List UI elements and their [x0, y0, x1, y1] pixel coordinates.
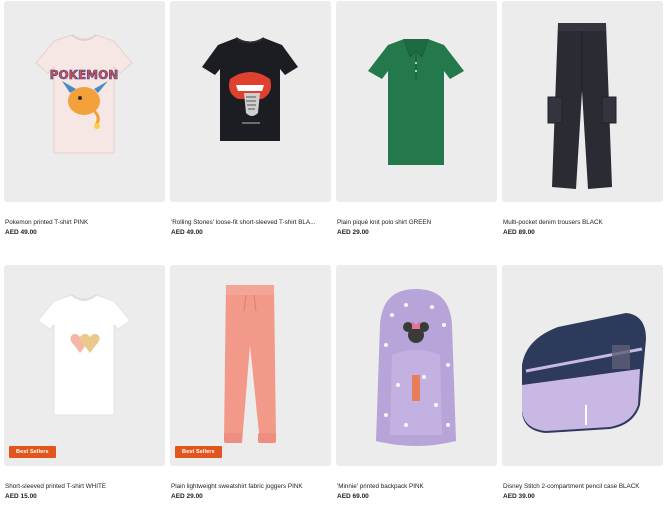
- product-price: AED 49.00: [171, 229, 203, 236]
- product-title[interactable]: Plain piqué knit polo shirt GREEN: [337, 219, 496, 226]
- product-image[interactable]: Best Sellers: [4, 265, 165, 466]
- product-image[interactable]: [336, 265, 497, 466]
- best-sellers-badge: Best Sellers: [175, 446, 222, 458]
- product-image[interactable]: [170, 1, 331, 202]
- product-price: AED 29.00: [337, 229, 369, 236]
- product-price: AED 39.00: [503, 493, 535, 500]
- product-price: AED 15.00: [5, 493, 37, 500]
- product-title[interactable]: 'Minnie' printed backpack PINK: [337, 483, 496, 490]
- product-image[interactable]: [336, 1, 497, 202]
- product-title[interactable]: Short-sleeved printed T-shirt WHITE: [5, 483, 164, 490]
- product-price: AED 69.00: [337, 493, 369, 500]
- product-price: AED 49.00: [5, 229, 37, 236]
- product-title[interactable]: 'Rolling Stones' loose-fit short-sleeved…: [171, 219, 330, 226]
- product-image[interactable]: [502, 265, 663, 466]
- product-image[interactable]: [502, 1, 663, 202]
- product-title[interactable]: Plain lightweight sweatshirt fabric jogg…: [171, 483, 330, 490]
- pokemon-logo-text: POKEMON: [50, 68, 119, 82]
- product-image[interactable]: POKEMON: [4, 1, 165, 202]
- product-image[interactable]: Best Sellers: [170, 265, 331, 466]
- best-sellers-badge: Best Sellers: [9, 446, 56, 458]
- product-title[interactable]: Multi-pocket denim trousers BLACK: [503, 219, 662, 226]
- product-title[interactable]: Pokemon printed T-shirt PINK: [5, 219, 164, 226]
- product-price: AED 89.00: [503, 229, 535, 236]
- product-title[interactable]: Disney Stitch 2-compartment pencil case …: [503, 483, 662, 490]
- product-price: AED 29.00: [171, 493, 203, 500]
